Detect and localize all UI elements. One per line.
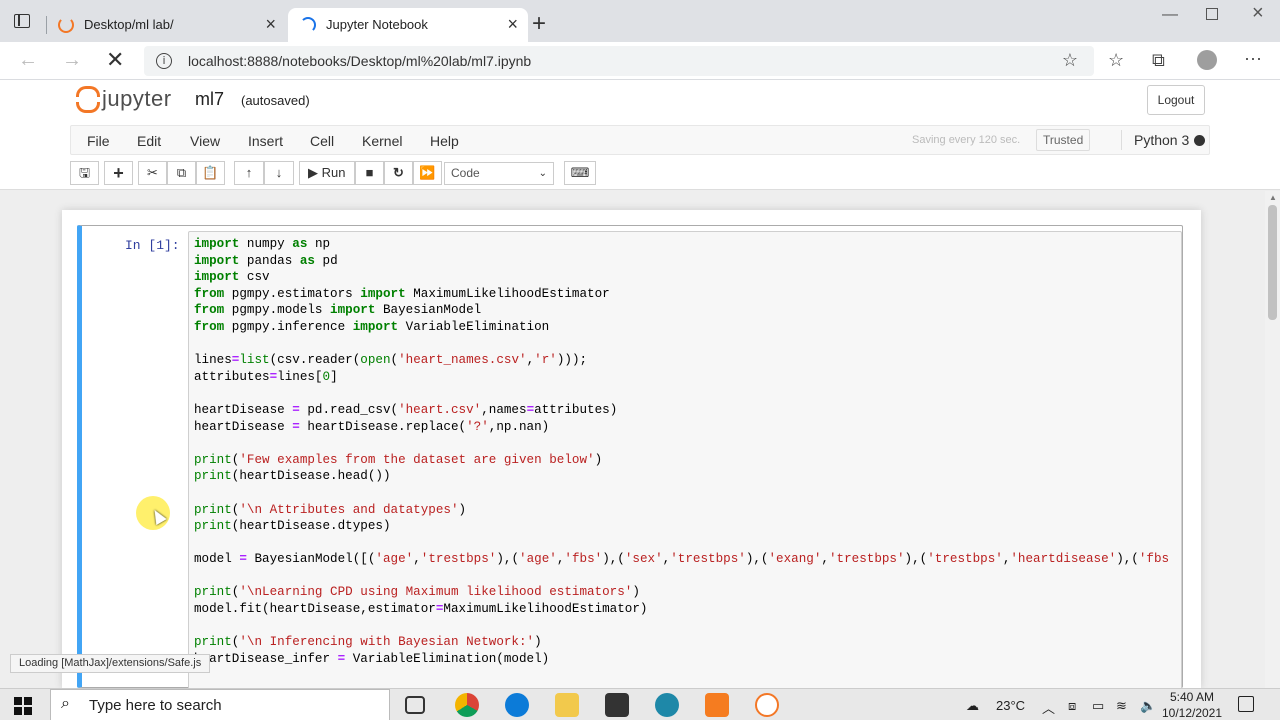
- loading-spinner-icon: [300, 17, 316, 33]
- jupyter-logo-text[interactable]: jupyter: [102, 86, 172, 112]
- wifi-icon[interactable]: ≋: [1116, 698, 1127, 714]
- profile-avatar[interactable]: [1197, 50, 1217, 70]
- logout-button[interactable]: Logout: [1147, 85, 1205, 115]
- maximize-icon[interactable]: [1206, 8, 1218, 20]
- weather-icon[interactable]: ☁: [966, 698, 979, 714]
- onedrive-icon[interactable]: ⧈: [1068, 698, 1076, 714]
- copy-icon[interactable]: ⧉: [167, 161, 196, 185]
- notebook-page: In [1]: import numpy as np import pandas…: [62, 210, 1201, 691]
- browser-tab-active[interactable]: Jupyter Notebook ×: [288, 8, 528, 42]
- run-label: Run: [321, 165, 346, 180]
- trusted-badge[interactable]: Trusted: [1036, 129, 1091, 151]
- insert-cell-icon[interactable]: +: [104, 161, 133, 185]
- url-text[interactable]: localhost:8888/notebooks/Desktop/ml%20la…: [188, 53, 531, 69]
- cell-type-select[interactable]: Code ⌄: [444, 162, 554, 185]
- browser-tab-inactive[interactable]: Desktop/ml lab/ ×: [46, 8, 286, 42]
- notebook-name[interactable]: ml7: [195, 89, 224, 110]
- move-up-icon[interactable]: ↑: [234, 161, 264, 185]
- temperature[interactable]: 23°C: [996, 698, 1025, 713]
- menu-edit[interactable]: Edit: [137, 133, 161, 149]
- restart-icon[interactable]: ↻: [384, 161, 413, 185]
- forward-icon[interactable]: →: [62, 49, 82, 72]
- file-explorer-icon[interactable]: [555, 693, 579, 717]
- volume-icon[interactable]: 🔈: [1140, 698, 1156, 714]
- run-icon: ▶: [308, 165, 318, 180]
- address-bar-row: ← → ✕ i localhost:8888/notebooks/Desktop…: [0, 42, 1280, 80]
- menu-cell[interactable]: Cell: [310, 133, 334, 149]
- scroll-thumb[interactable]: [1268, 205, 1277, 320]
- saving-status: Saving every 120 sec.: [912, 134, 1021, 146]
- kernel-name[interactable]: Python 3: [1134, 132, 1189, 148]
- code-editor[interactable]: import numpy as np import pandas as pd i…: [188, 231, 1182, 691]
- restart-run-all-icon[interactable]: ⏩: [413, 161, 442, 185]
- notebook-area: In [1]: import numpy as np import pandas…: [0, 191, 1265, 691]
- menu-view[interactable]: View: [190, 133, 220, 149]
- tab-actions-icon[interactable]: [14, 14, 30, 28]
- windows-taskbar: ⌕ Type here to search ☁ 23°C ︿ ⧈ ▭ ≋ 🔈 5…: [0, 688, 1280, 720]
- store-icon[interactable]: [605, 693, 629, 717]
- input-prompt: In [1]:: [125, 238, 180, 253]
- clock-time: 5:40 AM: [1169, 690, 1215, 704]
- code-text[interactable]: import numpy as np import pandas as pd i…: [194, 236, 1169, 667]
- windows-start-icon[interactable]: [14, 697, 32, 715]
- app-icon[interactable]: [655, 693, 679, 717]
- new-tab-icon[interactable]: +: [532, 10, 546, 38]
- menu-insert[interactable]: Insert: [248, 133, 283, 149]
- run-button[interactable]: ▶ Run: [299, 161, 355, 185]
- taskbar-search-box[interactable]: ⌕ Type here to search: [50, 689, 390, 720]
- show-hidden-icons-icon[interactable]: ︿: [1042, 698, 1055, 717]
- collections-icon[interactable]: ⧉: [1152, 50, 1165, 71]
- code-cell[interactable]: In [1]: import numpy as np import pandas…: [77, 225, 1183, 691]
- search-icon: ⌕: [61, 695, 70, 712]
- kernel-busy-indicator-icon: [1194, 135, 1205, 146]
- add-favorite-icon[interactable]: ☆: [1062, 50, 1078, 71]
- chrome-icon[interactable]: [455, 693, 479, 717]
- cell-type-value: Code: [451, 166, 480, 180]
- tab-title: Jupyter Notebook: [326, 17, 428, 32]
- menu-bar: File Edit View Insert Cell Kernel Help S…: [70, 125, 1210, 155]
- url-field[interactable]: i localhost:8888/notebooks/Desktop/ml%20…: [144, 46, 1094, 76]
- site-info-icon[interactable]: i: [156, 53, 172, 69]
- stop-loading-icon[interactable]: ✕: [106, 47, 124, 73]
- battery-icon[interactable]: ▭: [1092, 698, 1104, 714]
- jupyter-favicon-icon: [58, 17, 74, 33]
- favorites-icon[interactable]: ☆: [1108, 50, 1124, 71]
- jupyter-taskbar-icon[interactable]: [755, 693, 779, 717]
- scroll-up-icon[interactable]: ▲: [1269, 193, 1277, 202]
- task-view-icon[interactable]: [405, 696, 425, 714]
- back-icon[interactable]: ←: [18, 49, 38, 72]
- chevron-down-icon: ⌄: [538, 168, 547, 179]
- clock-date: 10/12/2021: [1161, 706, 1223, 720]
- kernel-divider: [1121, 130, 1122, 150]
- browser-tab-strip: Desktop/ml lab/ × Jupyter Notebook × + —…: [0, 0, 1280, 42]
- save-icon[interactable]: 🖫: [70, 161, 99, 185]
- move-down-icon[interactable]: ↓: [264, 161, 294, 185]
- close-tab-icon[interactable]: ×: [265, 14, 276, 35]
- autosave-status: (autosaved): [241, 93, 310, 108]
- notifications-icon[interactable]: [1238, 696, 1254, 712]
- menu-kernel[interactable]: Kernel: [362, 133, 402, 149]
- close-tab-icon[interactable]: ×: [507, 14, 518, 35]
- tab-title: Desktop/ml lab/: [84, 17, 174, 32]
- page-scrollbar[interactable]: ▲: [1265, 191, 1280, 688]
- interrupt-icon[interactable]: ■: [355, 161, 384, 185]
- jupyter-header: jupyter ml7 (autosaved) Logout File Edit…: [0, 80, 1280, 190]
- search-placeholder: Type here to search: [89, 697, 222, 714]
- jupyter-logo-icon[interactable]: [76, 86, 100, 113]
- edge-icon[interactable]: [505, 693, 529, 717]
- menu-file[interactable]: File: [87, 133, 110, 149]
- cut-icon[interactable]: ✂: [138, 161, 167, 185]
- more-menu-icon[interactable]: ···: [1244, 48, 1262, 69]
- clock[interactable]: 5:40 AM 10/12/2021: [1160, 689, 1224, 720]
- minimize-icon[interactable]: —: [1162, 6, 1178, 24]
- menu-help[interactable]: Help: [430, 133, 459, 149]
- close-window-icon[interactable]: ×: [1252, 2, 1264, 25]
- command-palette-icon[interactable]: ⌨: [564, 161, 596, 185]
- mathjax-status: Loading [MathJax]/extensions/Safe.js: [10, 654, 211, 673]
- xampp-icon[interactable]: [705, 693, 729, 717]
- paste-icon[interactable]: 📋: [196, 161, 225, 185]
